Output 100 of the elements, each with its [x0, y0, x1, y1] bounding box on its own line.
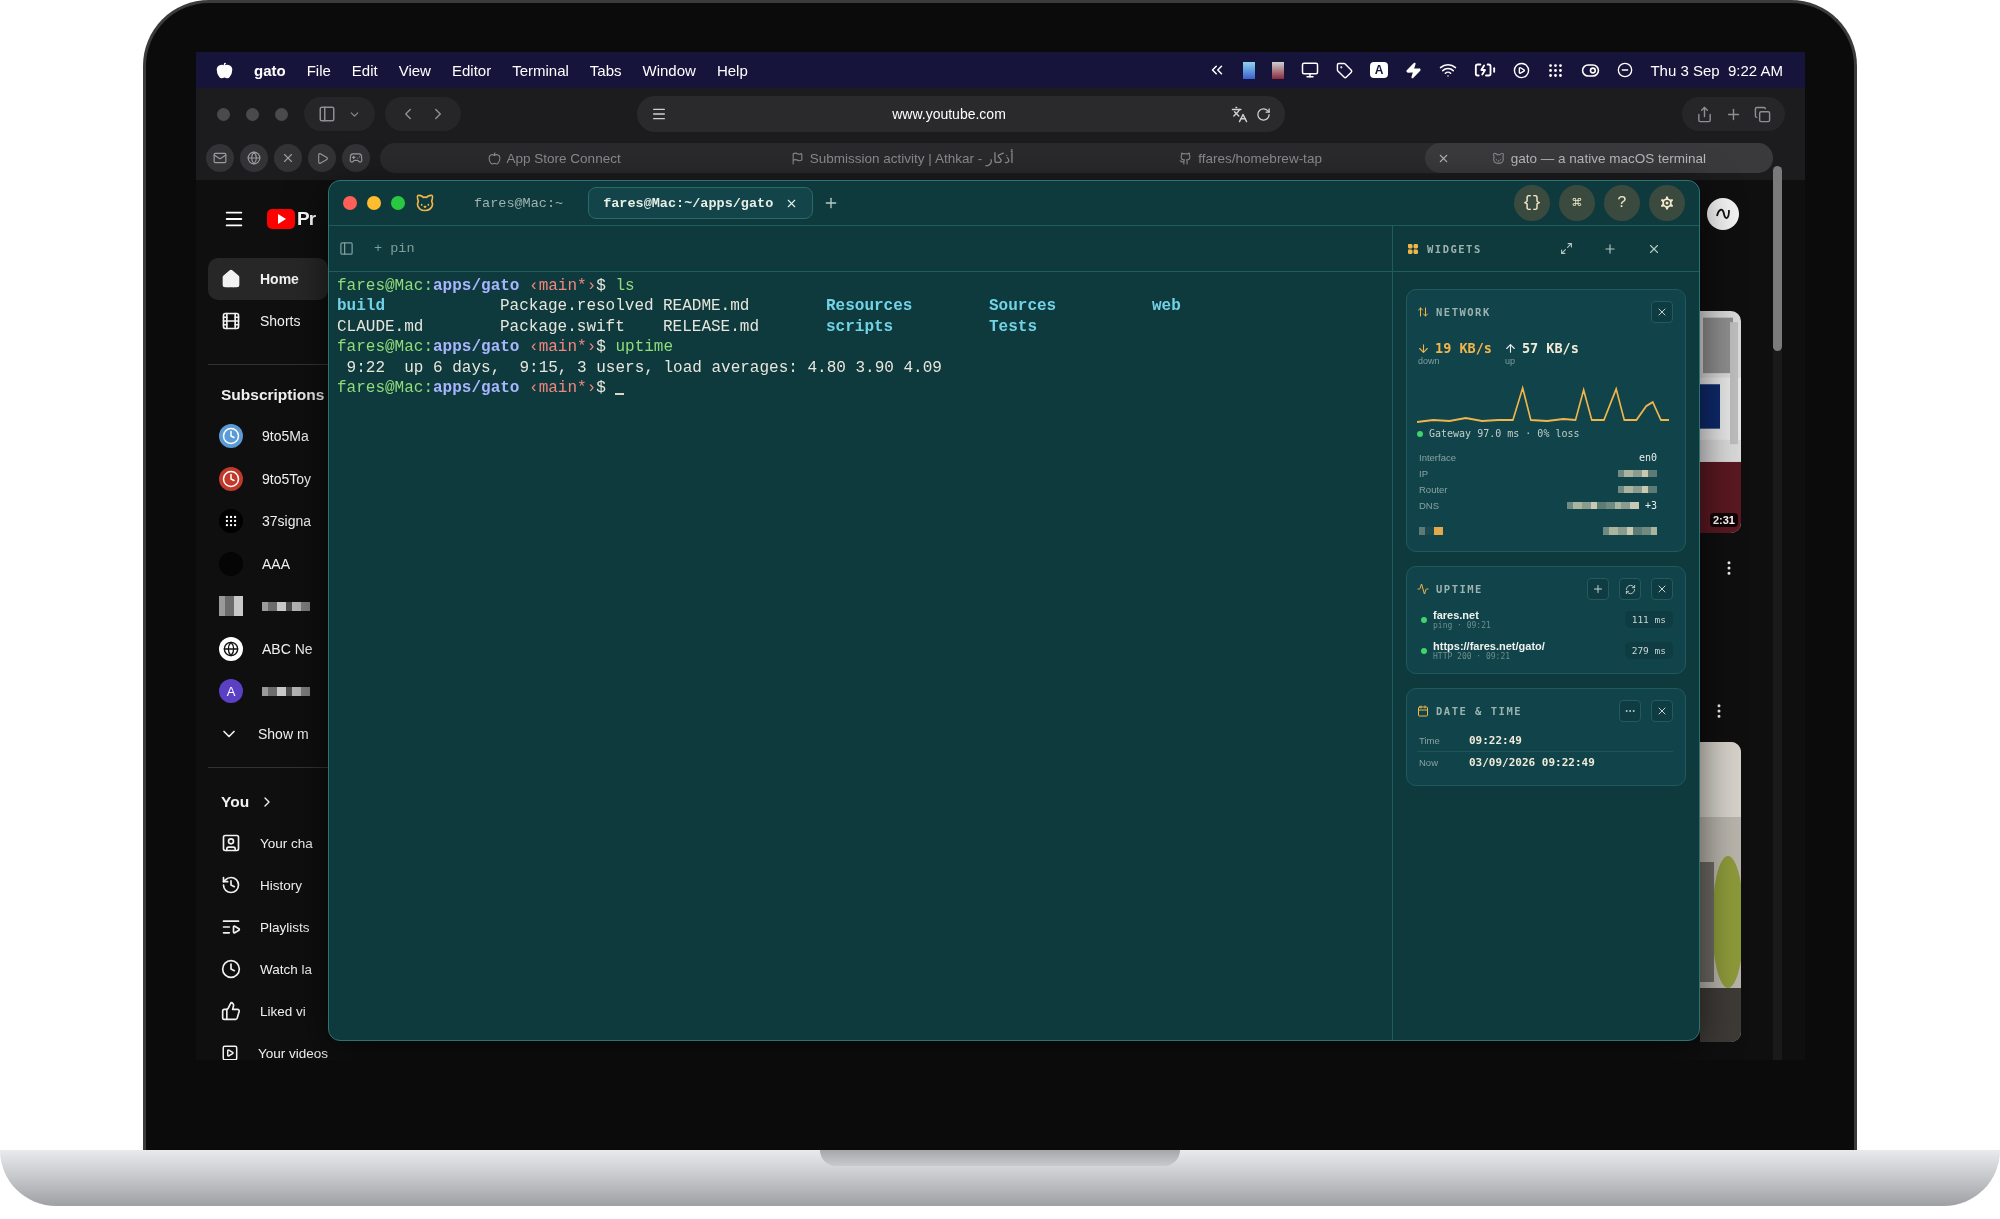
apple-icon[interactable]	[216, 61, 233, 79]
close-button[interactable]	[1651, 301, 1673, 323]
settings-button[interactable]	[1649, 185, 1685, 221]
history-icon	[221, 875, 241, 895]
sidebar-item[interactable]: History	[208, 864, 328, 906]
subscription-item[interactable]: A	[208, 670, 328, 713]
subscription-item[interactable]: 37signa	[208, 500, 328, 543]
widget-title: DATE & TIME	[1436, 705, 1523, 717]
cat-icon	[415, 193, 435, 213]
circle-minus-icon[interactable]	[1617, 62, 1634, 78]
bolt-icon[interactable]	[1405, 61, 1423, 79]
arrow-up-icon	[1503, 341, 1517, 355]
section-title: Subscriptions	[220, 385, 326, 405]
sidebar-item[interactable]: Your videos	[208, 1032, 328, 1060]
pinned-tab[interactable]	[342, 144, 370, 172]
toolbar-button[interactable]: ?	[1604, 185, 1640, 221]
globe-icon	[247, 151, 261, 165]
reader-icon[interactable]	[651, 106, 667, 122]
sidebar-item[interactable]: Your cha	[208, 822, 328, 864]
share-icon[interactable]	[1696, 105, 1713, 123]
reload-icon[interactable]	[1256, 106, 1271, 122]
widgets-icon	[1407, 242, 1419, 255]
target-name: fares.net	[1433, 609, 1480, 621]
sidebar-icon[interactable]	[318, 105, 336, 123]
scrollbar-thumb[interactable]	[1773, 166, 1782, 351]
close-button[interactable]	[1651, 578, 1673, 600]
redacted-value	[1603, 527, 1657, 535]
menu-item[interactable]: Edit	[351, 61, 378, 79]
menu-item[interactable]: Help	[716, 61, 748, 79]
menu-item[interactable]: Window	[642, 61, 696, 79]
subscription-item[interactable]: 9to5Ma	[208, 415, 328, 458]
sidebar-item[interactable]: Playlists	[208, 906, 328, 948]
subscription-item[interactable]: ABC Ne	[208, 627, 328, 670]
more-button[interactable]	[1619, 700, 1641, 722]
profile-avatar[interactable]	[1707, 198, 1739, 230]
info-label: Interface	[1419, 451, 1456, 463]
toolbar-button[interactable]: {}	[1514, 185, 1550, 221]
menu-item[interactable]: gato	[254, 61, 286, 79]
menu-item[interactable]: View	[398, 61, 431, 79]
directory-name: web	[1152, 296, 1182, 317]
latency-badge: 111 ms	[1624, 611, 1673, 628]
cat-icon	[1491, 151, 1505, 165]
grid-dots-icon[interactable]	[1547, 61, 1565, 79]
plus-icon	[1602, 241, 1617, 256]
sidebar-item[interactable]: Shorts	[208, 300, 328, 342]
close-button[interactable]	[1651, 700, 1673, 722]
expand-button[interactable]	[1559, 242, 1573, 255]
toolbar-button[interactable]: ⌘	[1559, 185, 1595, 221]
target-detail: HTTP 200 · 09:21	[1433, 652, 1511, 661]
address-bar[interactable]: www.youtube.com	[637, 96, 1285, 132]
show-more-item[interactable]: Show m	[208, 712, 328, 755]
browser-tab[interactable]: gato — a native macOS terminal	[1424, 143, 1773, 173]
tag-icon[interactable]	[1335, 61, 1353, 79]
menu-item[interactable]: Tabs	[589, 61, 622, 79]
wifi-icon[interactable]	[1439, 61, 1458, 79]
input-source-indicator[interactable]: A	[1369, 62, 1389, 78]
latency-badge: 279 ms	[1624, 642, 1673, 659]
close-icon	[1656, 583, 1668, 595]
pinned-tab[interactable]	[308, 144, 336, 172]
sidebar-item[interactable]: Home	[208, 258, 328, 300]
pinned-tab[interactable]	[274, 144, 302, 172]
subscription-item[interactable]: 9to5Toy	[208, 457, 328, 500]
browser-tab[interactable]: Submission activity | Athkar - أذكار	[728, 143, 1077, 173]
browser-tab[interactable]: App Store Connect	[380, 143, 729, 173]
menu-item[interactable]: Editor	[451, 61, 492, 79]
menu-bar-clock[interactable]: Thu 3 Sep 9:22 AM	[1650, 61, 1783, 79]
sidebar-item[interactable]: Liked vi	[208, 990, 328, 1032]
widget-title: UPTIME	[1436, 583, 1483, 595]
browser-tab[interactable]: ffares/homebrew-tap	[1076, 143, 1425, 173]
extra-count: +3	[1644, 499, 1657, 511]
pinned-tab[interactable]	[240, 144, 268, 172]
refresh-button[interactable]	[1619, 578, 1641, 600]
prompt-line: fares@Mac:apps/gato ‹main*›$ ls	[337, 276, 636, 297]
play-circle-icon[interactable]	[1513, 61, 1531, 79]
info-label: Router	[1419, 483, 1448, 495]
pinned-tab[interactable]	[206, 144, 234, 172]
gear-icon	[1658, 194, 1676, 212]
sidebar-toggle-icon[interactable]	[339, 241, 354, 256]
directory-name: build	[337, 296, 386, 317]
menu-item[interactable]: File	[306, 61, 331, 79]
tabs-overview-icon[interactable]	[1754, 105, 1771, 123]
section-title[interactable]: You	[208, 782, 328, 822]
minimize-button[interactable]	[367, 196, 381, 210]
status-block-icon[interactable]	[1271, 61, 1284, 79]
sidebar-item[interactable]: Watch la	[208, 948, 328, 990]
zoom-button[interactable]	[391, 196, 405, 210]
translate-icon[interactable]	[1231, 105, 1248, 123]
subscription-item[interactable]: AAA	[208, 542, 328, 585]
add-button[interactable]	[1587, 578, 1609, 600]
upload-rate: 57 KB/s	[1503, 340, 1579, 356]
terminal-tab[interactable]: fares@Mac:~/apps/gato	[588, 187, 814, 219]
info-value: en0	[1638, 451, 1657, 463]
pin-button[interactable]: + pin	[374, 241, 415, 256]
terminal-tab[interactable]: fares@Mac:~	[459, 187, 579, 219]
expand-icon	[1559, 242, 1573, 255]
close-button[interactable]	[343, 196, 357, 210]
menu-item[interactable]: Terminal	[512, 61, 569, 79]
status-block-icon[interactable]	[1242, 61, 1255, 79]
add-button[interactable]	[1602, 241, 1617, 256]
monitor-icon[interactable]	[1300, 61, 1319, 79]
